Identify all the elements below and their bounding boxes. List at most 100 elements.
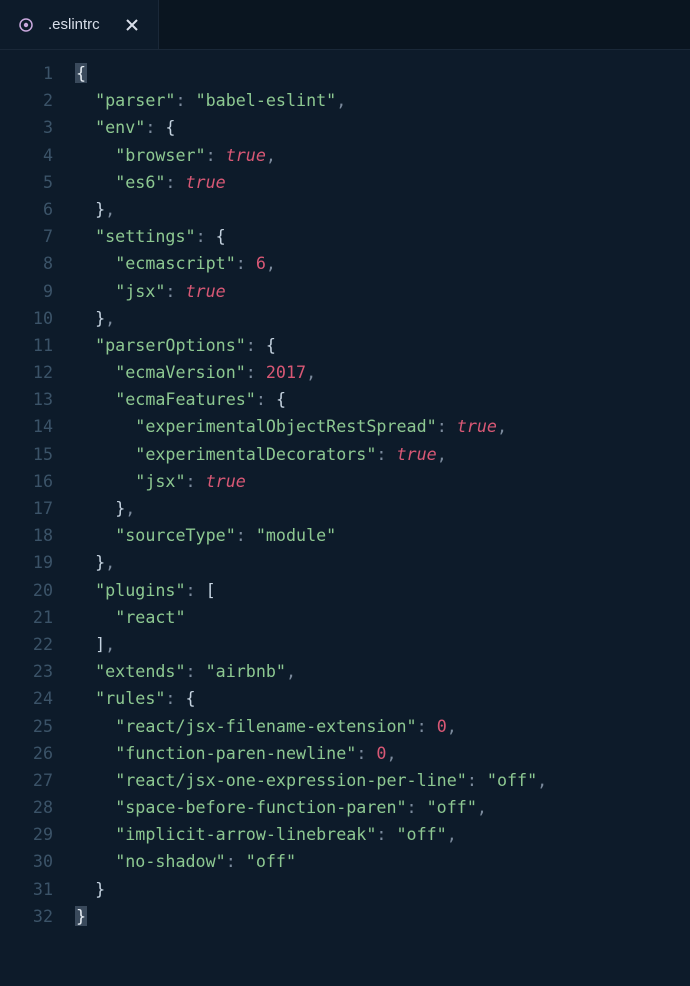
code-content[interactable]: { "parser": "babel-eslint", "env": { "br… [75, 50, 690, 986]
token-str: "off" [427, 797, 477, 817]
token-key: "react/jsx-one-expression-per-line" [115, 770, 467, 790]
line-number: 22 [0, 631, 53, 658]
close-icon[interactable] [124, 17, 140, 33]
code-line[interactable]: } [75, 876, 690, 903]
tab-eslintrc[interactable]: .eslintrc [0, 0, 159, 49]
code-line[interactable]: } [75, 903, 690, 930]
code-line[interactable]: "function-paren-newline": 0, [75, 740, 690, 767]
code-line[interactable]: "parserOptions": { [75, 332, 690, 359]
code-line[interactable]: "ecmaFeatures": { [75, 386, 690, 413]
token-punc: , [286, 661, 296, 681]
token-key: "settings" [95, 226, 195, 246]
code-line[interactable]: "react/jsx-one-expression-per-line": "of… [75, 767, 690, 794]
code-line[interactable]: "jsx": true [75, 278, 690, 305]
code-line[interactable]: "react" [75, 604, 690, 631]
token-str: "react" [115, 607, 185, 627]
token-str: "airbnb" [206, 661, 286, 681]
code-line[interactable]: "jsx": true [75, 468, 690, 495]
code-line[interactable]: "browser": true, [75, 142, 690, 169]
token-punc: : [356, 743, 376, 763]
line-number: 4 [0, 142, 53, 169]
line-number-gutter: 1234567891011121314151617181920212223242… [0, 50, 75, 986]
token-punc: : [226, 851, 246, 871]
line-number: 18 [0, 522, 53, 549]
line-number: 12 [0, 359, 53, 386]
code-line[interactable]: "extends": "airbnb", [75, 658, 690, 685]
line-number: 7 [0, 223, 53, 250]
code-line[interactable]: "implicit-arrow-linebreak": "off", [75, 821, 690, 848]
token-key: "experimentalDecorators" [135, 444, 376, 464]
token-punc: : [376, 444, 396, 464]
token-str: "off" [397, 824, 447, 844]
code-line[interactable]: }, [75, 196, 690, 223]
token-key: "implicit-arrow-linebreak" [115, 824, 376, 844]
code-line[interactable]: }, [75, 495, 690, 522]
line-number: 21 [0, 604, 53, 631]
token-key: "ecmascript" [115, 253, 236, 273]
code-line[interactable]: }, [75, 305, 690, 332]
token-punc: , [266, 253, 276, 273]
token-punc: , [266, 145, 276, 165]
token-key: "plugins" [95, 580, 185, 600]
token-num: 2017 [266, 362, 306, 382]
token-punc: : [376, 824, 396, 844]
token-punc: , [447, 824, 457, 844]
token-punc: : [145, 117, 165, 137]
code-line[interactable]: "env": { [75, 114, 690, 141]
line-number: 20 [0, 577, 53, 604]
line-number: 26 [0, 740, 53, 767]
token-punc: : [236, 525, 256, 545]
code-line[interactable]: "react/jsx-filename-extension": 0, [75, 713, 690, 740]
code-line[interactable]: "rules": { [75, 685, 690, 712]
token-bool: true [226, 145, 266, 165]
token-brace: ] [95, 634, 105, 654]
token-brace: } [95, 552, 105, 572]
code-line[interactable]: { [75, 60, 690, 87]
token-punc: , [386, 743, 396, 763]
code-line[interactable]: }, [75, 549, 690, 576]
token-num: 6 [256, 253, 266, 273]
code-line[interactable]: "parser": "babel-eslint", [75, 87, 690, 114]
line-number: 3 [0, 114, 53, 141]
token-punc: : [246, 335, 266, 355]
line-number: 13 [0, 386, 53, 413]
token-key: "no-shadow" [115, 851, 226, 871]
token-key: "function-paren-newline" [115, 743, 356, 763]
code-line[interactable]: ], [75, 631, 690, 658]
code-line[interactable]: "plugins": [ [75, 577, 690, 604]
tab-bar: .eslintrc [0, 0, 690, 50]
line-number: 14 [0, 413, 53, 440]
code-line[interactable]: "sourceType": "module" [75, 522, 690, 549]
code-line[interactable]: "experimentalObjectRestSpread": true, [75, 413, 690, 440]
line-number: 10 [0, 305, 53, 332]
token-str: "module" [256, 525, 336, 545]
line-number: 32 [0, 903, 53, 930]
code-line[interactable]: "settings": { [75, 223, 690, 250]
code-line[interactable]: "es6": true [75, 169, 690, 196]
token-key: "react/jsx-filename-extension" [115, 716, 416, 736]
token-key: "jsx" [115, 281, 165, 301]
code-line[interactable]: "ecmaVersion": 2017, [75, 359, 690, 386]
code-line[interactable]: "ecmascript": 6, [75, 250, 690, 277]
token-brace: } [95, 199, 105, 219]
token-punc: : [165, 688, 185, 708]
code-line[interactable]: "no-shadow": "off" [75, 848, 690, 875]
token-key: "es6" [115, 172, 165, 192]
token-punc: , [306, 362, 316, 382]
token-punc: : [186, 471, 206, 491]
token-punc: , [437, 444, 447, 464]
token-punc: : [175, 90, 195, 110]
token-brace: { [216, 226, 226, 246]
token-key: "space-before-function-paren" [115, 797, 406, 817]
token-punc: : [467, 770, 487, 790]
token-key: "extends" [95, 661, 185, 681]
token-brace: { [266, 335, 276, 355]
code-line[interactable]: "experimentalDecorators": true, [75, 441, 690, 468]
token-str: "babel-eslint" [196, 90, 337, 110]
code-line[interactable]: "space-before-function-paren": "off", [75, 794, 690, 821]
editor-area[interactable]: 1234567891011121314151617181920212223242… [0, 50, 690, 986]
token-key: "rules" [95, 688, 165, 708]
token-key: "ecmaVersion" [115, 362, 246, 382]
line-number: 6 [0, 196, 53, 223]
token-punc: : [165, 172, 185, 192]
